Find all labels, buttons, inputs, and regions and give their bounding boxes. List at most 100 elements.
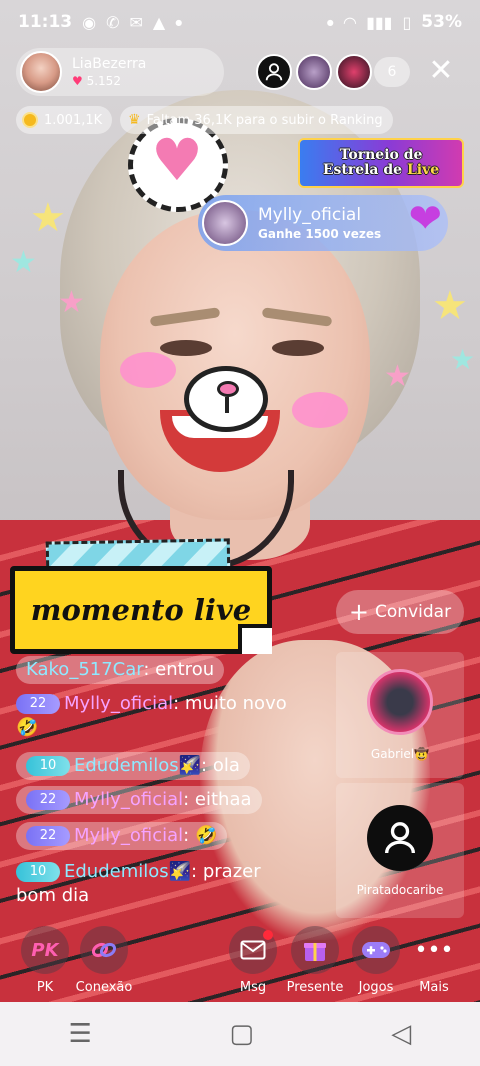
connect-button[interactable]: Conexão [72,926,136,995]
gamepad-icon [352,926,400,974]
guest-name: Piratadocaribe [356,882,444,897]
chat-text: : muito novo [173,693,287,714]
messages-button[interactable]: Msg [221,926,285,995]
coins-pill[interactable]: 1.001,1K [16,106,113,134]
video-eye-right [272,340,324,356]
chat-bubble: 22 Mylly_oficial: 🤣 [16,822,228,850]
home-icon[interactable]: ▢ [229,1019,254,1049]
laughing-emoji-icon: 🤣 [16,717,39,738]
back-icon[interactable]: ◁ [391,1019,411,1049]
invite-label: Convidar [375,602,452,622]
level-badge: 10 [16,862,60,882]
controller-icon [362,942,390,958]
chat-message: Kako_517Car: entrou [16,656,225,684]
status-time: 11:13 [18,12,73,32]
host-avatar[interactable] [20,51,62,93]
pk-icon-text: PK [31,939,59,961]
star-icon: ★ [10,245,37,280]
gift-label: Presente [286,980,344,995]
pk-icon: PK [21,926,69,974]
status-bar: 11:13 ◉ ✆ ✉ ▲ ● ● ◠ ▮▮▮ ▯ 53% [0,0,480,44]
laughing-emoji-icon: 🤣 [194,825,218,846]
star-icon: ★ [432,283,468,329]
games-label: Jogos [358,980,394,995]
ranking-text: Faltam 36,1K para o subir o Ranking [146,112,383,128]
wifi-icon: ◠ [343,12,357,32]
guest-slot[interactable]: Piratadocaribe [336,783,464,918]
host-likes-count: 5.152 [86,74,121,88]
level-badge: 22 [26,826,70,846]
guest-name: Gabriel🤠 [370,747,430,761]
ranking-pill[interactable]: ♛ Faltam 36,1K para o subir o Ranking [120,106,393,134]
chat-user[interactable]: Mylly_oficial [64,693,173,714]
chat-icon: ✉ [129,12,143,32]
host-likes: ♥ 5.152 [72,74,146,88]
recents-icon[interactable]: ☰ [69,1019,92,1049]
coin-icon [22,112,38,128]
guest-avatar [367,804,433,871]
chat-user[interactable]: Mylly_oficial [74,825,183,846]
guest-slot[interactable]: Gabriel🤠 [336,652,464,778]
viewer-avatars [256,54,372,90]
star-icon: ★ [450,343,476,376]
gift-sender-name: Mylly_oficial [258,205,362,225]
more-label: Mais [419,980,449,995]
sticker-fold [238,624,272,654]
viewer-avatar[interactable] [336,54,372,90]
bottom-action-bar: PK PK Conexão Msg Presente Jogos ••• Mai… [0,926,480,1002]
chat-bubble: 22 Mylly_oficial: eithaa [16,786,262,814]
heart-icon: ♥ [72,74,83,88]
close-icon: ✕ [428,53,454,88]
signal-icon: ▮▮▮ [366,12,393,32]
more-icon: ••• [414,937,454,963]
dot-icon: ● [326,17,334,27]
star-icon: ★ [384,359,411,394]
tournament-banner[interactable]: Torneio de Estrela de Live [298,138,464,188]
more-button[interactable]: ••• Mais [402,926,466,996]
gift-button[interactable]: Presente [283,926,347,995]
star-icon: ★ [30,195,66,241]
blush-sticker-left [120,352,176,388]
dot-icon: ● [175,17,183,27]
chat-user[interactable]: Edudemilos🌠 [64,861,191,882]
tournament-line2-b: Live [406,162,440,178]
games-button[interactable]: Jogos [344,926,408,995]
gift-notification[interactable]: Mylly_oficial Ganhe 1500 vezes ❤ [198,195,448,251]
blush-sticker-right [292,392,348,428]
pk-button[interactable]: PK PK [13,926,77,995]
envelope-icon [240,940,266,960]
chat-user[interactable]: Kako_517Car [26,659,143,680]
pk-label: PK [36,980,54,995]
host-profile-pill[interactable]: LiaBezerra ♥ 5.152 [16,48,224,96]
person-icon [265,63,283,81]
tournament-line2: Estrela de Live [322,162,440,178]
level-badge: 22 [26,790,70,810]
viewer-avatar[interactable] [296,54,332,90]
invite-button[interactable]: + Convidar [336,590,464,634]
level-badge: 10 [26,756,70,776]
mail-icon [229,926,277,974]
person-icon [385,821,415,853]
warning-icon: ▲ [152,12,166,32]
tournament-line2-a: Estrela de [322,162,407,178]
video-eye-left [160,340,212,356]
close-button[interactable]: ✕ [424,54,458,88]
viewer-avatar[interactable] [256,54,292,90]
chat-user[interactable]: Edudemilos🌠 [74,755,201,776]
whatsapp-icon: ✆ [106,12,120,32]
link-icon-svg [91,942,117,958]
star-icon: ★ [58,285,85,320]
chat-user[interactable]: Mylly_oficial [74,789,183,810]
chat-message: 10 Edudemilos🌠: prazer bom dia [16,860,261,908]
battery-icon: ▯ [402,12,412,32]
chat-text: : ola [201,755,240,776]
host-name: LiaBezerra [72,56,147,72]
crown-icon: ♛ [128,112,141,128]
level-badge: 22 [16,694,60,714]
viewer-count[interactable]: 6 [374,57,410,87]
chat-text: : entrou [143,659,215,680]
chat-bubble: 10 Edudemilos🌠: ola [16,752,250,780]
record-icon: ◉ [82,12,97,32]
battery-percent: 53% [421,12,462,32]
chat-text: : prazer [191,861,261,882]
